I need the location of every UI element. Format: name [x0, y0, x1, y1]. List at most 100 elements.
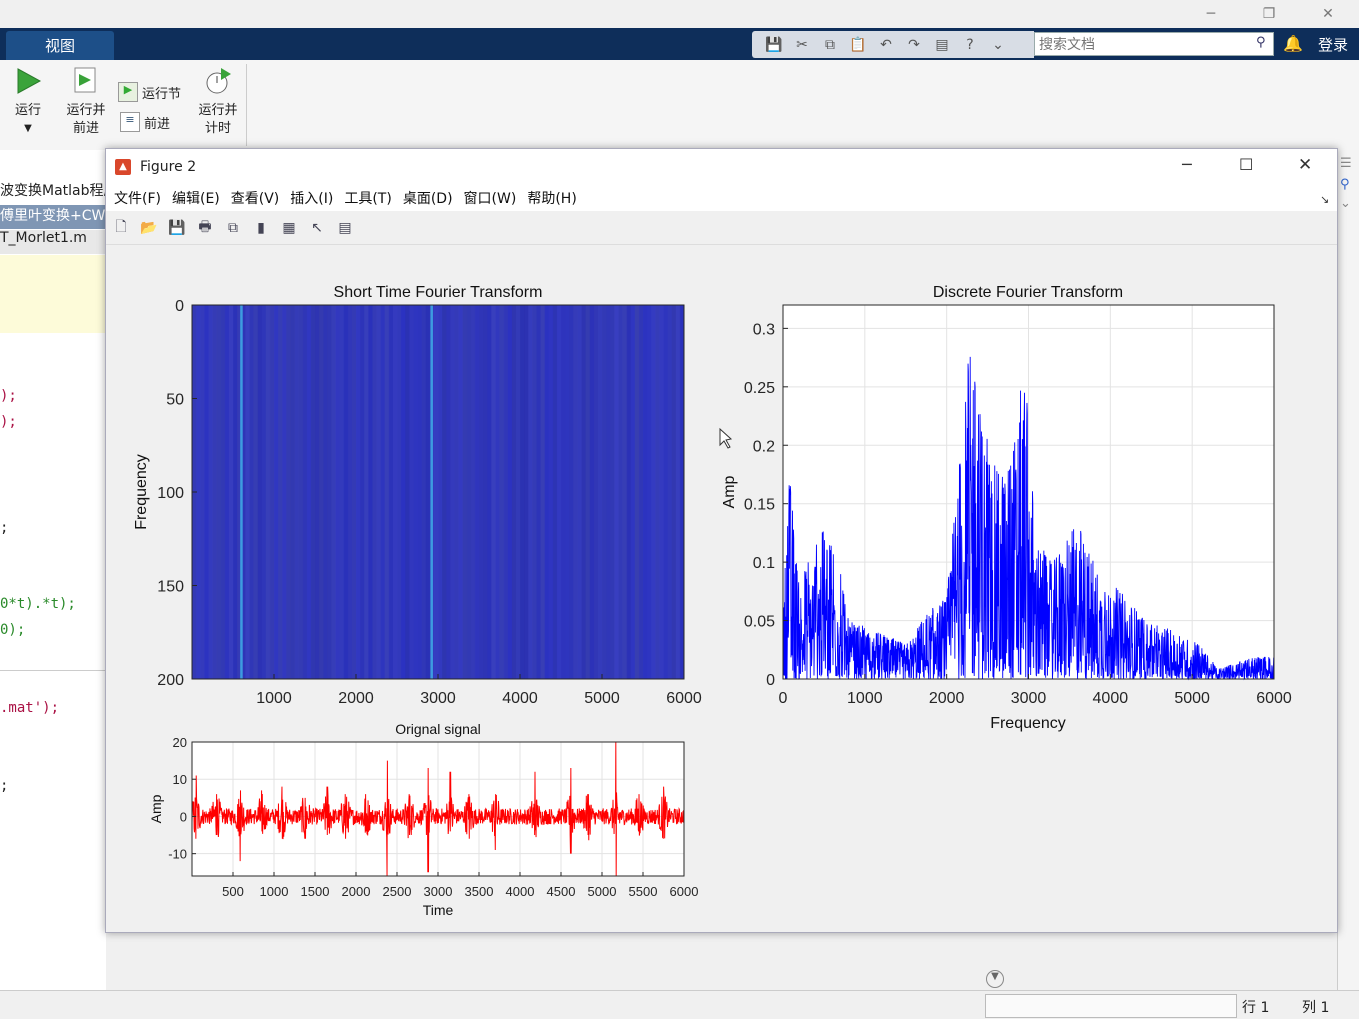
menu-tools[interactable]: 工具(T): [342, 188, 400, 208]
search-icon[interactable]: ⚲: [1340, 177, 1358, 192]
property-inspector-icon[interactable]: ▤: [334, 217, 356, 239]
help-icon[interactable]: ?: [960, 35, 980, 55]
stft-column: [335, 305, 341, 679]
run-button[interactable]: 运行 ▼: [6, 66, 50, 138]
notification-bell-icon[interactable]: 🔔: [1283, 34, 1303, 53]
stft-column: [409, 305, 414, 679]
stft-column: [643, 305, 648, 679]
run-and-time-button[interactable]: 运行并 计时: [194, 66, 242, 138]
stft-column: [561, 305, 566, 679]
open-file-icon[interactable]: 📂: [138, 217, 160, 239]
stft-column: [327, 305, 332, 679]
menu-insert[interactable]: 插入(I): [288, 188, 342, 208]
colorbar-icon[interactable]: ▮: [250, 217, 272, 239]
editor-tab-active[interactable]: 傅里叶变换+CW: [0, 205, 106, 229]
editor-tab[interactable]: 波变换Matlab程序: [0, 180, 106, 204]
run-section-button[interactable]: ▶ 运行节: [118, 82, 181, 102]
status-bar: 行 1 列 1: [0, 990, 1359, 1019]
status-row: 行 1: [1242, 1000, 1270, 1016]
legend-icon[interactable]: ▦: [278, 217, 300, 239]
chevron-down-icon: ▼: [24, 123, 32, 134]
code-line: ;: [0, 520, 9, 536]
new-figure-icon[interactable]: 🗋: [110, 217, 132, 239]
stft-axes[interactable]: Short Time Fourier Transform 1000 2000 300…: [133, 284, 702, 707]
stft-xtick-label: 4000: [502, 690, 538, 707]
stopwatch-icon: [206, 68, 231, 94]
signal-axes[interactable]: Orignal signal 500 1000 1500 2000 2500 3000 35…: [148, 721, 698, 918]
stft-ytick-label: 50: [166, 392, 184, 409]
minimize-icon[interactable]: ─: [1182, 155, 1192, 174]
dft-axes[interactable]: Discrete Fourier Transform 0 1000 2000 3000…: [721, 284, 1292, 732]
dft-ytick-label: 0.15: [744, 497, 775, 514]
collapse-icon[interactable]: ☰: [1340, 156, 1358, 171]
stft-column: [253, 305, 259, 679]
advance-button[interactable]: ≡ 前进: [120, 112, 170, 132]
stft-column: [647, 305, 652, 679]
switch-windows-icon[interactable]: ▤: [932, 35, 952, 55]
cut-icon[interactable]: ✂: [792, 35, 812, 55]
dft-title: Discrete Fourier Transform: [933, 284, 1123, 301]
dft-xtick-label: 0: [779, 690, 788, 707]
search-icon[interactable]: ⚲: [1256, 35, 1266, 50]
editor-tab[interactable]: T_Morlet1.m: [0, 230, 106, 254]
stft-column: [310, 305, 316, 679]
save-icon[interactable]: 💾: [166, 217, 188, 239]
stft-xtick-label: 5000: [584, 690, 620, 707]
stft-column: [663, 305, 669, 679]
stft-column: [507, 305, 513, 679]
stft-column: [208, 305, 213, 679]
run-icon: [17, 68, 42, 94]
chevron-down-icon[interactable]: ⌄: [988, 35, 1008, 55]
run-advance-button[interactable]: 运行并 前进: [62, 66, 110, 138]
scroll-down-icon[interactable]: ▼: [986, 970, 1004, 988]
tab-view[interactable]: 视图: [6, 31, 114, 60]
undo-icon[interactable]: ↶: [876, 35, 896, 55]
search-input[interactable]: [1034, 32, 1274, 56]
maximize-icon[interactable]: ☐: [1239, 155, 1253, 174]
stft-column: [294, 305, 300, 679]
stft-column: [573, 305, 578, 679]
menu-file[interactable]: 文件(F): [112, 188, 170, 208]
redo-icon[interactable]: ↷: [904, 35, 924, 55]
edit-plot-pointer-icon[interactable]: ↖: [306, 217, 328, 239]
stft-ytick-label: 0: [175, 298, 184, 315]
stft-column: [597, 305, 603, 679]
stft-column: [524, 305, 529, 679]
stft-column: [659, 305, 664, 679]
close-icon[interactable]: ✕: [1298, 155, 1312, 175]
stft-column: [397, 305, 402, 679]
restore-icon[interactable]: ❐: [1246, 0, 1292, 28]
copy-icon[interactable]: ⧉: [820, 35, 840, 55]
stft-column: [569, 305, 574, 679]
menu-desktop[interactable]: 桌面(D): [401, 188, 462, 208]
dock-arrow-icon[interactable]: ↘: [1320, 193, 1329, 206]
dft-xtick-label: 2000: [929, 690, 965, 707]
menu-help[interactable]: 帮助(H): [525, 188, 585, 208]
signal-xtick-label: 4500: [547, 884, 576, 899]
link-plot-icon[interactable]: ⧉: [222, 217, 244, 239]
login-link[interactable]: 登录: [1318, 34, 1348, 55]
stft-column: [614, 305, 619, 679]
signal-xtick-label: 2000: [342, 884, 371, 899]
stft-column: [470, 305, 476, 679]
menu-window[interactable]: 窗口(W): [462, 188, 526, 208]
dft-xtick-label: 4000: [1093, 690, 1129, 707]
stft-column: [220, 305, 226, 679]
paste-icon[interactable]: 📋: [848, 35, 868, 55]
menu-edit[interactable]: 编辑(E): [170, 188, 229, 208]
signal-xtick-label: 4000: [506, 884, 535, 899]
stft-column: [282, 305, 287, 679]
save-icon[interactable]: 💾: [764, 35, 784, 55]
code-line: ;: [0, 778, 9, 794]
menu-view[interactable]: 查看(V): [229, 188, 289, 208]
stft-column: [224, 305, 230, 679]
stft-column: [380, 305, 386, 679]
close-icon[interactable]: ✕: [1305, 0, 1351, 28]
minimize-icon[interactable]: ─: [1188, 0, 1234, 28]
print-icon[interactable]: 🖶: [194, 217, 216, 239]
stft-column: [384, 305, 390, 679]
code-cell-highlight: [0, 255, 106, 333]
signal-xtick-label: 2500: [383, 884, 412, 899]
chevron-down-icon[interactable]: ⌄: [1340, 196, 1358, 211]
code-line: .mat');: [0, 700, 60, 716]
